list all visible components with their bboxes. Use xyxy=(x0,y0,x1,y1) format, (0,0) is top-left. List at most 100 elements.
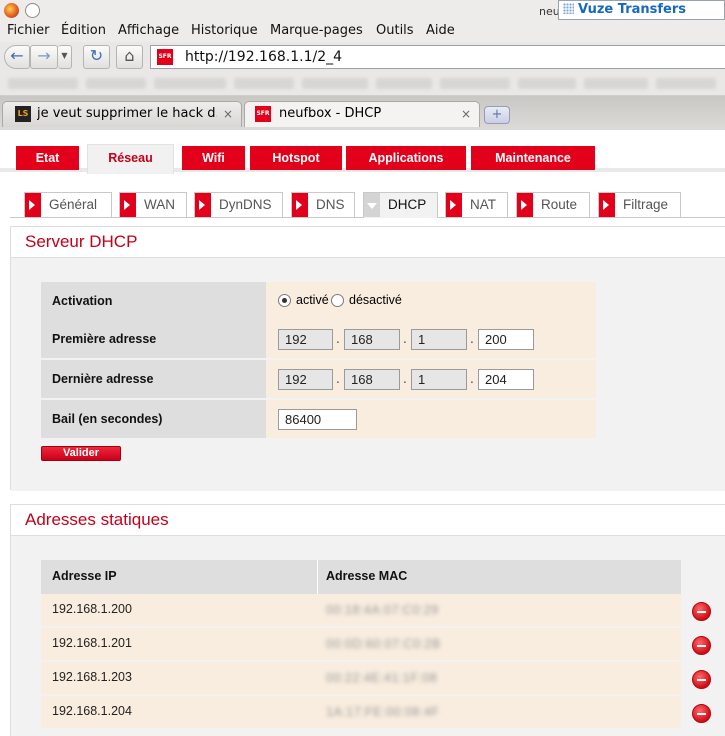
menu-fichier[interactable]: Fichier xyxy=(7,23,50,38)
url-bar[interactable]: SFR http://192.168.1.1/2_4 xyxy=(150,45,725,69)
bookmark-item[interactable] xyxy=(518,78,576,89)
column-header-mac: Adresse MAC xyxy=(326,569,408,583)
reload-button[interactable]: ↻ xyxy=(83,45,110,69)
main-tab-etat[interactable]: Etat xyxy=(16,146,79,170)
last-ip-octet-1: 192 xyxy=(278,369,333,390)
last-address-value: 192 . 168 . 1 . 204 xyxy=(266,360,596,398)
plus-icon: + xyxy=(491,107,503,122)
delete-row-icon[interactable] xyxy=(692,704,711,723)
dhcp-server-section: Serveur DHCP Activation activé désactivé… xyxy=(10,226,725,491)
menu-aide[interactable]: Aide xyxy=(426,23,455,38)
table-row: 192.168.1.203 00:22:4E:41:1F:08 xyxy=(41,662,681,694)
bookmark-item[interactable] xyxy=(376,78,432,89)
sub-tab-dyndns[interactable]: DynDNS xyxy=(194,192,283,217)
sfr-favicon-icon: SFR xyxy=(157,49,173,65)
row-ip: 192.168.1.200 xyxy=(52,602,132,616)
bookmark-item[interactable] xyxy=(8,78,78,89)
bookmark-item[interactable] xyxy=(302,78,368,89)
main-tab-maintenance[interactable]: Maintenance xyxy=(471,146,595,170)
table-row: 192.168.1.200 00:18:4A:07:C0:29 xyxy=(41,594,681,626)
url-text[interactable]: http://192.168.1.1/2_4 xyxy=(185,49,342,65)
sub-tab-dhcp[interactable]: DHCP xyxy=(363,192,438,218)
menu-marque-pages[interactable]: Marque-pages xyxy=(270,23,363,38)
reload-icon: ↻ xyxy=(89,46,104,65)
browser-tab-title: je veut supprimer le hack d... xyxy=(37,106,217,121)
delete-row-icon[interactable] xyxy=(692,602,711,621)
sub-tab-wan[interactable]: WAN xyxy=(119,192,187,217)
sub-tab-label: WAN xyxy=(144,197,175,212)
activation-off-radio[interactable] xyxy=(331,294,344,307)
delete-row-icon[interactable] xyxy=(692,670,711,689)
first-address-value: 192 . 168 . 1 . 200 xyxy=(266,320,596,358)
vuze-grid-icon xyxy=(563,3,574,14)
row-mac: 00:18:4A:07:C0:29 xyxy=(326,603,439,617)
activation-off-label[interactable]: désactivé xyxy=(349,293,402,307)
sub-navigation: Général WAN DynDNS DNS DHCP NAT Route Fi… xyxy=(0,190,725,218)
column-separator xyxy=(317,560,318,594)
bookmarks-toolbar xyxy=(0,72,725,96)
bookmark-item[interactable] xyxy=(86,78,146,89)
sub-tab-dns[interactable]: DNS xyxy=(291,192,355,217)
section-title: Adresses statiques xyxy=(25,510,169,529)
bookmark-item[interactable] xyxy=(656,78,716,89)
lease-input[interactable]: 86400 xyxy=(278,409,357,430)
sub-tab-label: DynDNS xyxy=(219,197,272,212)
row-ip: 192.168.1.201 xyxy=(52,636,132,650)
bookmark-item[interactable] xyxy=(584,78,648,89)
arrow-left-icon: ← xyxy=(10,46,24,65)
arrow-right-icon xyxy=(195,193,211,217)
first-ip-octet-2: 168 xyxy=(344,329,400,350)
activation-row: Activation activé désactivé xyxy=(41,282,596,322)
arrow-right-icon xyxy=(120,193,136,217)
last-address-row: Dernière adresse 192 . 168 . 1 . 204 xyxy=(41,360,596,400)
sub-tab-nat[interactable]: NAT xyxy=(445,192,508,217)
home-button[interactable]: ⌂ xyxy=(116,45,143,69)
chevron-down-icon xyxy=(364,193,380,217)
section-body: Adresse IP Adresse MAC 192.168.1.200 00:… xyxy=(11,535,725,736)
arrow-right-icon xyxy=(292,193,308,217)
lease-row: Bail (en secondes) 86400 xyxy=(41,400,596,440)
first-address-row: Première adresse 192 . 168 . 1 . 200 xyxy=(41,320,596,360)
new-tab-button[interactable]: + xyxy=(484,106,510,124)
bookmark-item[interactable] xyxy=(154,78,226,89)
bookmark-item[interactable] xyxy=(440,78,510,89)
sub-tab-general[interactable]: Général xyxy=(24,192,112,217)
back-button[interactable]: ← xyxy=(4,45,30,69)
browser-tab-forum[interactable]: LS je veut supprimer le hack d... × xyxy=(2,101,242,127)
row-ip: 192.168.1.204 xyxy=(52,704,132,718)
close-icon[interactable]: × xyxy=(223,102,233,126)
firefox-logo-icon xyxy=(4,3,19,18)
section-header: Serveur DHCP xyxy=(11,227,725,257)
sub-tab-route[interactable]: Route xyxy=(516,192,590,217)
main-tab-hotspot[interactable]: Hotspot xyxy=(250,146,342,170)
row-mac: 00:22:4E:41:1F:08 xyxy=(326,671,438,685)
activation-on-label[interactable]: activé xyxy=(296,293,329,307)
last-ip-octet-4-input[interactable]: 204 xyxy=(478,369,534,390)
delete-row-icon[interactable] xyxy=(692,636,711,655)
ip-dot: . xyxy=(336,332,340,346)
menu-historique[interactable]: Historique xyxy=(191,23,258,38)
vuze-transfers-widget[interactable]: Vuze Transfers xyxy=(558,0,725,20)
menu-outils[interactable]: Outils xyxy=(376,23,414,38)
sub-tab-label: Général xyxy=(49,197,98,212)
window-menu-button[interactable] xyxy=(25,3,40,18)
bookmark-item[interactable] xyxy=(234,78,294,89)
validate-button[interactable]: Valider xyxy=(41,446,121,461)
browser-tab-neufbox[interactable]: SFR neufbox - DHCP × xyxy=(244,101,480,127)
main-tab-applications[interactable]: Applications xyxy=(346,146,466,170)
section-header: Adresses statiques xyxy=(11,505,725,535)
static-addresses-section: Adresses statiques Adresse IP Adresse MA… xyxy=(10,504,725,736)
sub-tab-filtrage[interactable]: Filtrage xyxy=(598,192,681,217)
main-tab-wifi[interactable]: Wifi xyxy=(182,146,245,170)
activation-on-radio[interactable] xyxy=(278,294,291,307)
arrow-right-icon xyxy=(25,193,41,217)
main-tab-reseau[interactable]: Réseau xyxy=(87,144,174,174)
menu-edition[interactable]: Édition xyxy=(61,23,106,38)
history-dropdown-button[interactable]: ▼ xyxy=(58,45,72,69)
first-ip-octet-4-input[interactable]: 200 xyxy=(478,329,534,350)
sub-tab-label: Filtrage xyxy=(623,197,669,212)
forward-button[interactable]: → xyxy=(30,45,58,69)
menu-affichage[interactable]: Affichage xyxy=(118,23,179,38)
page-content: Etat Réseau Wifi Hotspot Applications Ma… xyxy=(0,130,725,736)
close-icon[interactable]: × xyxy=(461,102,471,126)
